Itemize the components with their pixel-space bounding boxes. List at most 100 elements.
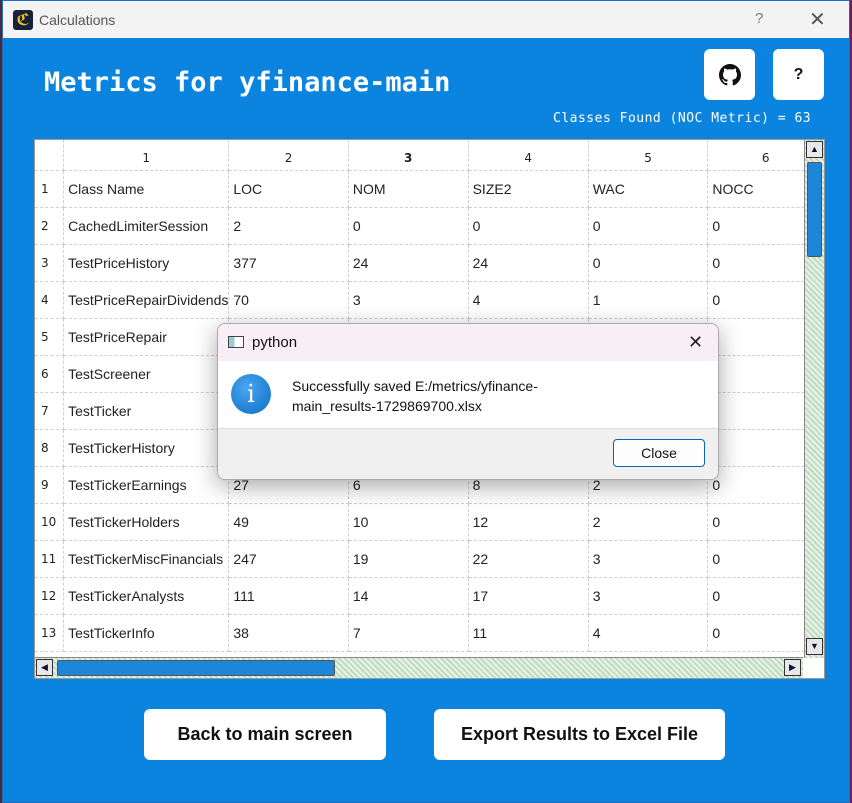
table-cell[interactable]: 70 [228, 281, 349, 319]
table-row: 12 TestTickerAnalysts 111 14 17 3 0 [35, 577, 824, 615]
table-cell[interactable]: 24 [468, 244, 589, 282]
column-header[interactable]: 5 [588, 140, 709, 171]
table-cell[interactable]: 38 [228, 614, 349, 652]
table-cell[interactable]: 0 [588, 207, 709, 245]
horizontal-scroll-thumb[interactable] [57, 660, 335, 676]
dialog-footer: Close [218, 428, 718, 479]
horizontal-scrollbar[interactable]: ◀ ▶ [35, 657, 803, 678]
row-header[interactable]: 6 [35, 355, 65, 393]
table-cell[interactable]: 2 [228, 207, 349, 245]
table-row: 3 TestPriceHistory 377 24 24 0 0 [35, 244, 824, 282]
info-icon: i [231, 374, 271, 414]
dialog-close-button[interactable]: Close [613, 439, 705, 467]
row-header[interactable]: 13 [35, 614, 65, 652]
table-cell[interactable]: TestScreener [63, 355, 230, 393]
table-cell[interactable]: 111 [228, 577, 349, 615]
help-button[interactable]: ? [773, 49, 824, 100]
table-row: 10 TestTickerHolders 49 10 12 2 0 [35, 503, 824, 541]
window-title: Calculations [39, 12, 116, 28]
table-cell[interactable]: TestPriceRepairDividends [63, 281, 230, 319]
row-header[interactable]: 12 [35, 577, 65, 615]
table-cell[interactable]: WAC [588, 170, 709, 208]
table-cell[interactable]: TestTickerAnalysts [63, 577, 230, 615]
table-cell[interactable]: 3 [588, 540, 709, 578]
dialog-message: Successfully saved E:/metrics/yfinance-m… [292, 378, 538, 414]
table-cell[interactable]: TestTickerHolders [63, 503, 230, 541]
row-header[interactable]: 7 [35, 392, 65, 430]
column-header[interactable]: 3 [348, 140, 469, 171]
table-cell[interactable]: 4 [468, 281, 589, 319]
table-cell[interactable]: CachedLimiterSession [63, 207, 230, 245]
table-cell[interactable]: 0 [348, 207, 469, 245]
row-header[interactable]: 11 [35, 540, 65, 578]
table-cell[interactable]: TestTickerEarnings [63, 466, 230, 504]
python-window-icon [228, 336, 244, 348]
row-header[interactable]: 2 [35, 207, 65, 245]
table-cell[interactable]: 7 [348, 614, 469, 652]
table-cell[interactable]: 17 [468, 577, 589, 615]
table-cell[interactable]: 22 [468, 540, 589, 578]
table-cell[interactable]: 3 [348, 281, 469, 319]
scroll-left-arrow[interactable]: ◀ [36, 659, 53, 676]
table-cell[interactable]: 377 [228, 244, 349, 282]
table-cell[interactable]: 24 [348, 244, 469, 282]
row-header[interactable]: 4 [35, 281, 65, 319]
row-header[interactable]: 3 [35, 244, 65, 282]
title-bar: ℭ Calculations ? ✕ [3, 1, 849, 38]
table-cell[interactable]: 11 [468, 614, 589, 652]
back-to-main-button[interactable]: Back to main screen [144, 709, 386, 760]
export-excel-button[interactable]: Export Results to Excel File [434, 709, 725, 760]
github-button[interactable] [704, 49, 755, 100]
table-cell[interactable]: TestTickerInfo [63, 614, 230, 652]
table-cell[interactable]: NOM [348, 170, 469, 208]
table-cell[interactable]: 247 [228, 540, 349, 578]
table-cell[interactable]: 0 [468, 207, 589, 245]
row-header[interactable]: 10 [35, 503, 65, 541]
table-cell[interactable]: TestPriceRepair [63, 318, 230, 356]
row-header[interactable]: 1 [35, 170, 65, 208]
table-row: 2 CachedLimiterSession 2 0 0 0 0 [35, 207, 824, 245]
table-cell[interactable]: TestPriceHistory [63, 244, 230, 282]
row-header[interactable]: 5 [35, 318, 65, 356]
row-header[interactable]: 9 [35, 466, 65, 504]
classes-found-label: Classes Found (NOC Metric) = 63 [553, 111, 812, 126]
table-cell[interactable]: TestTicker [63, 392, 230, 430]
table-cell[interactable]: 19 [348, 540, 469, 578]
corner-header [35, 140, 65, 171]
table-cell[interactable]: TestTickerMiscFinancials [63, 540, 230, 578]
github-icon [718, 63, 741, 85]
column-header[interactable]: 2 [228, 140, 349, 171]
table-cell[interactable]: 3 [588, 577, 709, 615]
table-cell[interactable]: 14 [348, 577, 469, 615]
dialog-title: python [252, 334, 298, 351]
vertical-scroll-thumb[interactable] [807, 162, 822, 257]
table-row: 1 Class Name LOC NOM SIZE2 WAC NOCC [35, 170, 824, 208]
table-row: 4 TestPriceRepairDividends 70 3 4 1 0 [35, 281, 824, 319]
dialog-close-icon[interactable]: ✕ [688, 332, 703, 353]
table-cell[interactable]: 0 [588, 244, 709, 282]
column-header[interactable]: 4 [468, 140, 589, 171]
column-header[interactable]: 1 [63, 140, 230, 171]
table-cell[interactable]: Class Name [63, 170, 230, 208]
table-cell[interactable]: SIZE2 [468, 170, 589, 208]
table-cell[interactable]: 12 [468, 503, 589, 541]
table-cell[interactable]: 2 [588, 503, 709, 541]
app-logo-icon: ℭ [13, 10, 33, 30]
dialog-title-bar: python ✕ [218, 324, 718, 361]
save-success-dialog: python ✕ i Successfully saved E:/metrics… [217, 323, 719, 480]
vertical-scrollbar[interactable]: ▲ ▼ [804, 140, 824, 658]
scroll-down-arrow[interactable]: ▼ [806, 638, 823, 655]
titlebar-help-button[interactable]: ? [755, 10, 763, 27]
table-cell[interactable]: LOC [228, 170, 349, 208]
table-cell[interactable]: 1 [588, 281, 709, 319]
window-close-button[interactable]: ✕ [809, 7, 826, 32]
scroll-right-arrow[interactable]: ▶ [784, 659, 801, 676]
table-cell[interactable]: 4 [588, 614, 709, 652]
table-cell[interactable]: TestTickerHistory [63, 429, 230, 467]
table-cell[interactable]: 10 [348, 503, 469, 541]
scroll-up-arrow[interactable]: ▲ [806, 141, 823, 158]
row-header[interactable]: 8 [35, 429, 65, 467]
page-title: Metrics for yfinance-main [44, 67, 451, 98]
table-row: 11 TestTickerMiscFinancials 247 19 22 3 0 [35, 540, 824, 578]
table-cell[interactable]: 49 [228, 503, 349, 541]
